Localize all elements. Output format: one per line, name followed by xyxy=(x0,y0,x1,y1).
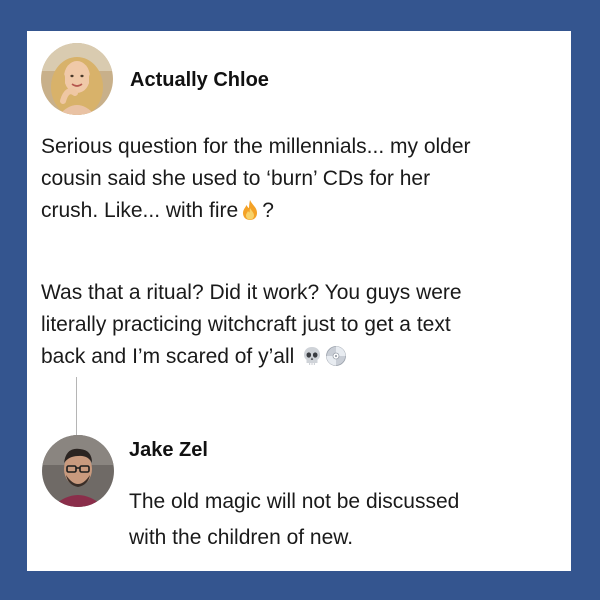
fire-icon xyxy=(239,199,261,221)
thread-connector-line xyxy=(76,377,77,435)
chloe-profile-photo xyxy=(41,43,113,115)
post-author-name[interactable]: Actually Chloe xyxy=(130,69,269,92)
post-line-text: ? xyxy=(262,199,274,222)
post-line: Serious question for the millennials... … xyxy=(41,135,471,158)
post-paragraph-1: Serious question for the millennials... … xyxy=(41,131,561,227)
reply-line: The old magic will not be discussed xyxy=(129,490,460,513)
skull-icon xyxy=(301,345,323,367)
cd-icon xyxy=(325,345,347,367)
post-line: Was that a ritual? Did it work? You guys… xyxy=(41,281,462,304)
post-card: Actually Chloe Serious question for the … xyxy=(27,31,571,571)
post-line-text: back and I’m scared of y’all xyxy=(41,345,295,368)
post-line: literally practicing witchcraft just to … xyxy=(41,313,451,336)
post-line: crush. Like... with fire? xyxy=(41,195,561,227)
jake-avatar[interactable] xyxy=(42,435,114,507)
post-line: back and I’m scared of y’all xyxy=(41,341,561,373)
post-line-text: crush. Like... with fire xyxy=(41,199,239,222)
reply-line: with the children of new. xyxy=(129,526,354,549)
post-paragraph-2: Was that a ritual? Did it work? You guys… xyxy=(41,277,561,373)
reply-comment: The old magic will not be discussed with… xyxy=(129,484,559,556)
chloe-avatar[interactable] xyxy=(41,43,113,115)
jake-profile-photo xyxy=(42,435,114,507)
reply-author-name[interactable]: Jake Zel xyxy=(129,439,208,462)
post-line: cousin said she used to ‘burn’ CDs for h… xyxy=(41,167,431,190)
